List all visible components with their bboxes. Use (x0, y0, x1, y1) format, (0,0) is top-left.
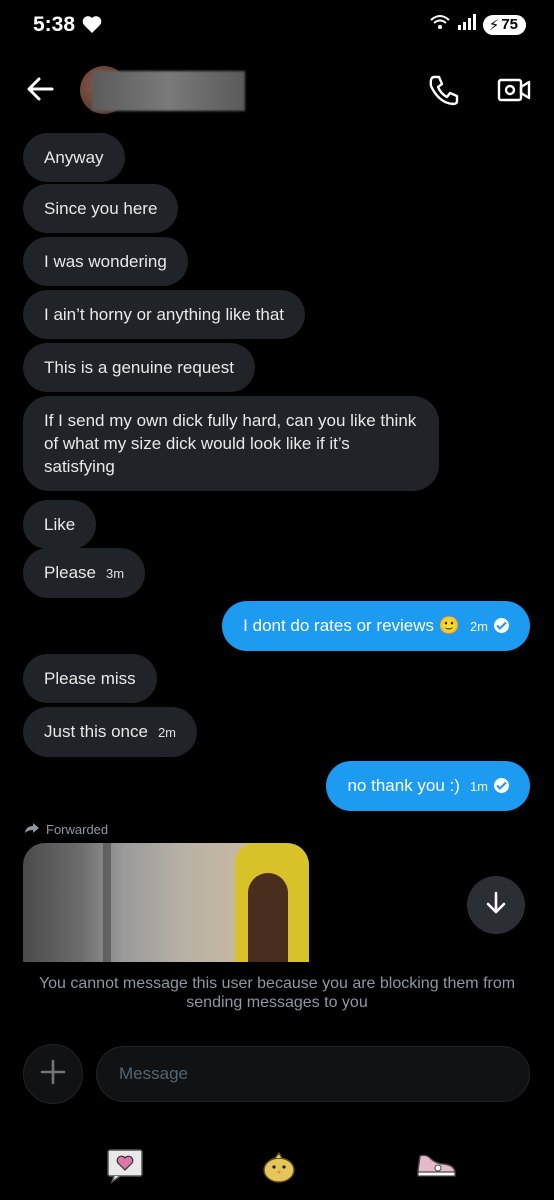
battery-indicator: ⚡ 75 (482, 14, 526, 35)
forwarded-label: Forwarded (24, 822, 108, 837)
message-text: Like (44, 515, 76, 534)
message-bubble[interactable]: Since you here (23, 184, 179, 233)
message-text: Since you here (44, 199, 158, 218)
read-check-icon (494, 618, 509, 633)
message-text: Anyway (44, 148, 104, 167)
message-bubble[interactable]: Anyway (23, 133, 125, 182)
message-thread[interactable]: Anyway Since you here I was wondering I … (0, 130, 554, 962)
status-icons: ⚡ 75 (429, 13, 526, 36)
message-time: 2m (157, 725, 177, 740)
bottom-stickers-bar (0, 1140, 554, 1200)
battery-level: 75 (501, 16, 518, 33)
message-bubble[interactable]: This is a genuine request (23, 343, 255, 392)
message-time: 2m (469, 619, 488, 634)
read-check-icon (494, 778, 509, 793)
message-input[interactable] (96, 1046, 530, 1102)
message-bubble[interactable]: Please 3m (23, 548, 146, 598)
message-bubble[interactable]: I was wondering (23, 237, 188, 286)
status-time: 5:38 (33, 13, 76, 36)
video-icon[interactable] (496, 72, 532, 108)
media-detail (248, 873, 288, 962)
phone-icon[interactable] (426, 72, 462, 108)
message-time: 3m (105, 566, 125, 581)
wifi-icon (429, 13, 451, 36)
chick-sticker-icon[interactable] (260, 1148, 298, 1189)
forward-arrow-icon (24, 822, 40, 837)
sneaker-sticker-icon[interactable] (414, 1148, 458, 1185)
message-text: Please (44, 563, 96, 582)
message-bubble[interactable]: Just this once 2m (23, 707, 198, 757)
message-bubble[interactable]: Like (23, 500, 97, 549)
bolt-icon: ⚡ (488, 16, 500, 34)
arrow-down-icon (483, 890, 509, 921)
message-bubble[interactable]: If I send my own dick fully hard, can yo… (23, 396, 439, 491)
back-arrow-icon[interactable] (24, 72, 58, 106)
composer (0, 1040, 554, 1110)
heart-message-sticker-icon[interactable] (106, 1148, 146, 1189)
add-attachment-button[interactable] (23, 1044, 83, 1104)
forwarded-media[interactable] (23, 843, 309, 962)
message-text: I was wondering (44, 252, 167, 271)
message-text: I ain’t horny or anything like that (44, 305, 285, 324)
message-bubble[interactable]: I ain’t horny or anything like that (23, 290, 306, 339)
conversation-header (0, 56, 554, 126)
message-text: no thank you :) (347, 776, 460, 795)
signal-icon (457, 14, 477, 35)
heart-icon (82, 15, 102, 39)
scroll-to-bottom-button[interactable] (467, 876, 525, 934)
blocked-notice: You cannot message this user because you… (38, 975, 516, 1011)
message-bubble[interactable]: no thank you :) 1m (326, 761, 530, 811)
message-bubble[interactable]: Please miss (23, 654, 157, 703)
message-time: 1m (469, 779, 488, 794)
redacted-name[interactable] (92, 71, 245, 111)
message-text: This is a genuine request (44, 358, 234, 377)
message-text: I dont do rates or reviews 🙂 (243, 616, 460, 635)
message-bubble[interactable]: I dont do rates or reviews 🙂 2m (222, 601, 530, 651)
message-text: Just this once (44, 722, 148, 741)
forwarded-text: Forwarded (46, 822, 109, 837)
message-text: If I send my own dick fully hard, can yo… (44, 411, 417, 476)
message-text: Please miss (44, 669, 136, 688)
media-detail (103, 843, 111, 962)
plus-icon (39, 1058, 67, 1091)
status-bar: 5:38 ⚡ 75 (0, 0, 554, 52)
